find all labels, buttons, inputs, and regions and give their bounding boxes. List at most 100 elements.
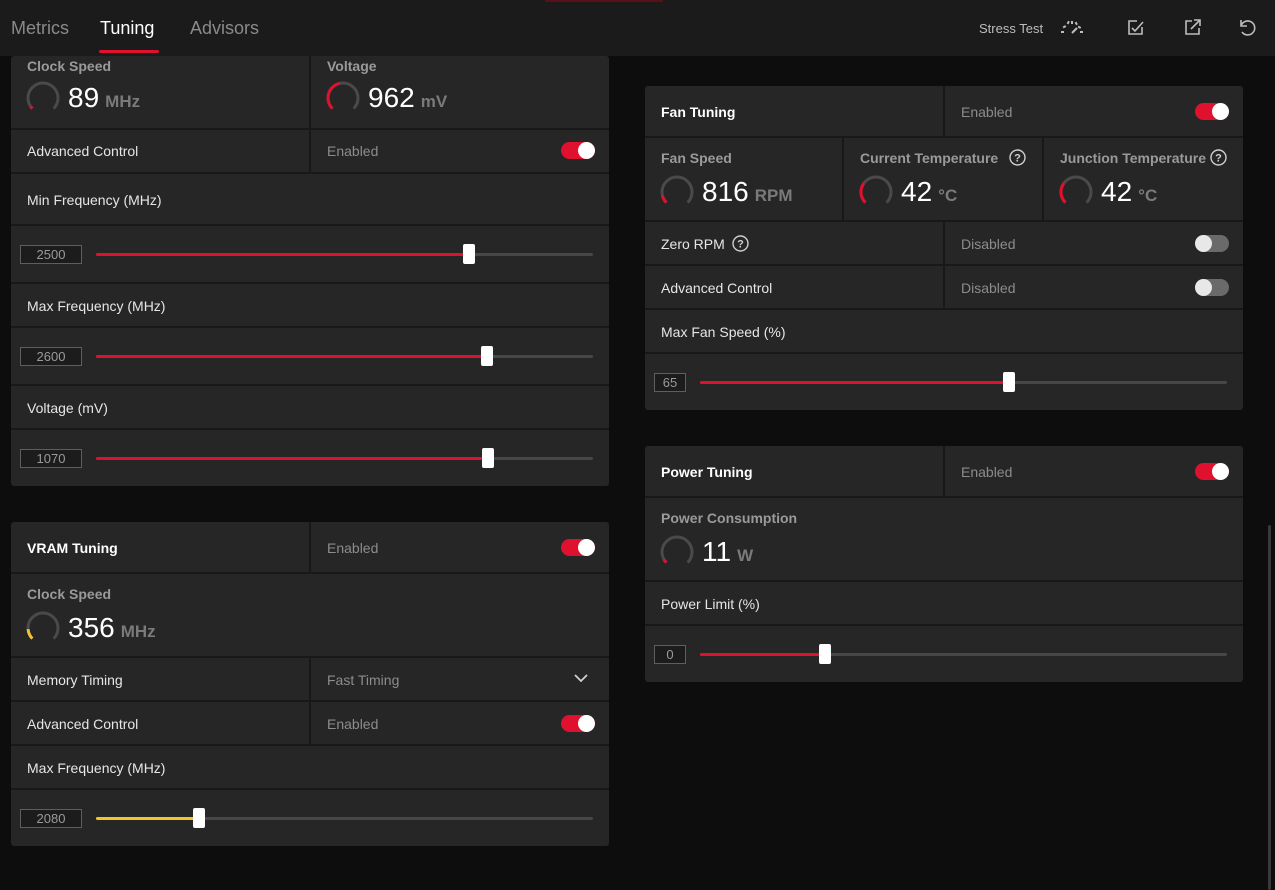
- svg-text:?: ?: [737, 239, 744, 251]
- min-frequency-slider-row: 2500: [11, 226, 609, 282]
- power-limit-slider[interactable]: [700, 644, 1227, 664]
- fan-tuning-title: Fan Tuning: [661, 104, 736, 120]
- svg-text:?: ?: [1215, 153, 1222, 165]
- fan-advanced-control-label-cell: Advanced Control: [645, 266, 943, 308]
- vram-tuning-toggle[interactable]: [561, 539, 595, 556]
- fan-speed-unit: RPM: [754, 186, 793, 205]
- power-limit-header: Power Limit (%): [645, 582, 1243, 624]
- vram-max-frequency-slider[interactable]: [96, 808, 593, 828]
- export-icon[interactable]: [1180, 16, 1204, 40]
- power-limit-slider-row: 0: [645, 626, 1243, 682]
- voltage-slider-header: Voltage (mV): [11, 386, 609, 428]
- power-consumption-unit: W: [737, 546, 754, 565]
- gpu-advanced-control-toggle[interactable]: [561, 142, 595, 159]
- min-frequency-label: Min Frequency (MHz): [27, 192, 162, 208]
- clock-speed-unit: MHz: [105, 92, 141, 111]
- apply-icon[interactable]: [1123, 16, 1147, 40]
- gpu-advanced-control-row: Advanced Control Enabled: [11, 130, 609, 172]
- voltage-slider[interactable]: [96, 448, 593, 468]
- vram-title-cell: VRAM Tuning: [11, 522, 309, 572]
- fan-advanced-control-toggle[interactable]: [1195, 279, 1229, 296]
- max-fan-speed-header: Max Fan Speed (%): [645, 310, 1243, 352]
- fan-advanced-control-label: Advanced Control: [661, 280, 773, 296]
- fan-status-cell: Enabled: [945, 86, 1243, 136]
- power-header-row: Power Tuning Enabled: [645, 446, 1243, 496]
- active-tab-indicator: [99, 50, 159, 53]
- vram-max-frequency-slider-row: 2080: [11, 790, 609, 846]
- power-limit-input[interactable]: 0: [654, 645, 686, 664]
- current-temperature-label: Current Temperature: [860, 150, 999, 166]
- scrollbar-thumb[interactable]: [1268, 525, 1271, 890]
- fan-advanced-control-row: Advanced Control Disabled: [645, 266, 1243, 308]
- help-icon[interactable]: ?: [1009, 149, 1026, 166]
- memory-timing-label-cell: Memory Timing: [11, 658, 309, 700]
- memory-timing-label: Memory Timing: [27, 672, 123, 688]
- max-frequency-thumb[interactable]: [480, 346, 493, 366]
- min-frequency-input[interactable]: 2500: [20, 245, 82, 264]
- min-frequency-header: Min Frequency (MHz): [11, 174, 609, 224]
- vram-tuning-title: VRAM Tuning: [27, 540, 118, 556]
- zero-rpm-row: Zero RPM ? Disabled: [645, 222, 1243, 264]
- junction-temperature-unit: °C: [1138, 186, 1158, 205]
- fan-header-row: Fan Tuning Enabled: [645, 86, 1243, 136]
- svg-text:?: ?: [1014, 153, 1021, 165]
- vram-status-cell: Enabled: [311, 522, 609, 572]
- vram-advanced-control-label-cell: Advanced Control: [11, 702, 309, 744]
- fan-tuning-panel: Fan Tuning Enabled Fan Speed 816 RPM Curr…: [645, 86, 1243, 410]
- vram-advanced-control-toggle[interactable]: [561, 715, 595, 732]
- clock-speed-value: 89 MHz: [68, 82, 141, 113]
- zero-rpm-value-cell: Disabled: [945, 222, 1243, 264]
- voltage-slider-row: 1070: [11, 430, 609, 486]
- vram-advanced-control-status: Enabled: [327, 716, 379, 732]
- vram-advanced-control-value-cell: Enabled: [311, 702, 609, 744]
- current-temperature-metric: Current Temperature ? 42 °C: [844, 138, 1042, 220]
- help-icon[interactable]: ?: [732, 235, 749, 252]
- vram-max-frequency-thumb[interactable]: [193, 808, 206, 828]
- tab-advisors[interactable]: Advisors: [190, 18, 259, 39]
- min-frequency-slider[interactable]: [96, 244, 593, 264]
- voltage-value: 962 mV: [368, 82, 448, 113]
- vram-max-frequency-input[interactable]: 2080: [20, 809, 82, 828]
- min-frequency-thumb[interactable]: [462, 244, 475, 264]
- help-icon[interactable]: ?: [1210, 149, 1227, 166]
- max-fan-speed-input[interactable]: 65: [654, 373, 686, 392]
- junction-temperature-label: Junction Temperature: [1060, 150, 1206, 166]
- fan-tuning-toggle[interactable]: [1195, 103, 1229, 120]
- tab-tuning[interactable]: Tuning: [100, 18, 154, 39]
- zero-rpm-toggle[interactable]: [1195, 235, 1229, 252]
- max-frequency-slider[interactable]: [96, 346, 593, 366]
- power-tuning-toggle[interactable]: [1195, 463, 1229, 480]
- tab-metrics[interactable]: Metrics: [11, 18, 69, 39]
- vram-tuning-status: Enabled: [327, 540, 379, 556]
- fan-advanced-control-value-cell: Disabled: [945, 266, 1243, 308]
- max-fan-speed-slider[interactable]: [700, 372, 1227, 392]
- gpu-advanced-control-label-cell: Advanced Control: [11, 130, 309, 172]
- junction-temperature-value: 42 °C: [1101, 176, 1158, 207]
- junction-temperature-gauge: [1059, 175, 1093, 204]
- max-frequency-input[interactable]: 2600: [20, 347, 82, 366]
- fan-metrics-row: Fan Speed 816 RPM Current Temperature ? 4…: [645, 138, 1243, 220]
- power-consumption-gauge: [660, 535, 694, 564]
- voltage-thumb[interactable]: [481, 448, 494, 468]
- memory-timing-dropdown[interactable]: Fast Timing: [311, 658, 609, 700]
- power-tuning-panel: Power Tuning Enabled Power Consumption 1…: [645, 446, 1243, 682]
- memory-timing-value: Fast Timing: [327, 672, 400, 688]
- reset-icon[interactable]: [1235, 16, 1259, 40]
- zero-rpm-label-cell: Zero RPM ?: [645, 222, 943, 264]
- stress-test-label[interactable]: Stress Test: [979, 21, 1043, 36]
- power-status-cell: Enabled: [945, 446, 1243, 496]
- current-temperature-value: 42 °C: [901, 176, 958, 207]
- vram-clock-speed-metric: Clock Speed 356 MHz: [11, 574, 609, 656]
- power-limit-thumb[interactable]: [819, 644, 832, 664]
- stress-test-gauge-icon[interactable]: [1060, 16, 1084, 40]
- current-temperature-unit: °C: [938, 186, 958, 205]
- max-fan-speed-label: Max Fan Speed (%): [661, 324, 786, 340]
- fan-advanced-control-status: Disabled: [961, 280, 1016, 296]
- power-limit-label: Power Limit (%): [661, 596, 760, 612]
- max-fan-speed-thumb[interactable]: [1002, 372, 1015, 392]
- vram-clock-speed-unit: MHz: [120, 622, 156, 641]
- vram-clock-speed-gauge: [26, 611, 60, 640]
- fan-speed-value: 816 RPM: [702, 176, 793, 207]
- voltage-input[interactable]: 1070: [20, 449, 82, 468]
- fan-speed-metric: Fan Speed 816 RPM: [645, 138, 842, 220]
